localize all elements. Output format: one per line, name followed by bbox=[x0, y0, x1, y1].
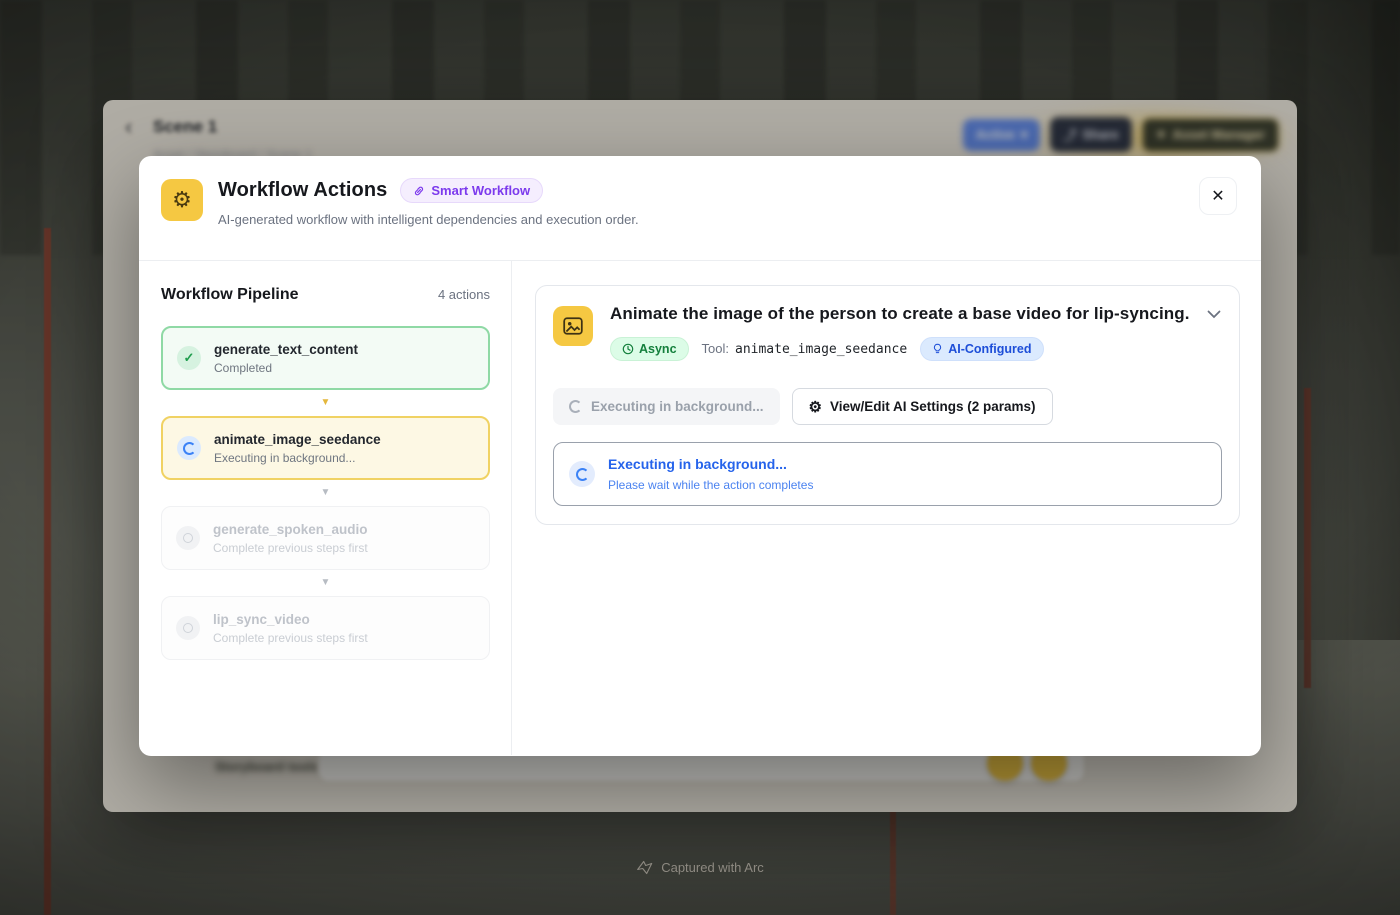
smart-workflow-badge: Smart Workflow bbox=[400, 178, 543, 203]
executing-button-label: Executing in background... bbox=[591, 399, 764, 414]
clock-icon bbox=[622, 343, 634, 355]
status-title: Executing in background... bbox=[608, 456, 813, 472]
pipeline-item-name: generate_spoken_audio bbox=[213, 522, 368, 537]
async-label: Async bbox=[639, 342, 677, 356]
view-edit-ai-settings-button[interactable]: ⚙ View/Edit AI Settings (2 params) bbox=[792, 388, 1053, 425]
async-badge: Async bbox=[610, 337, 689, 361]
detail-panel: Animate the image of the person to creat… bbox=[512, 261, 1261, 755]
pipeline-item-status: Completed bbox=[214, 361, 358, 375]
workflow-actions-modal: ⚙ Workflow Actions Smart Workflow AI-gen… bbox=[139, 156, 1261, 756]
pipeline-heading: Workflow Pipeline bbox=[161, 286, 299, 304]
executing-button[interactable]: Executing in background... bbox=[553, 388, 780, 425]
workflow-gear-icon: ⚙ bbox=[161, 179, 203, 221]
ai-configured-label: AI-Configured bbox=[948, 342, 1031, 356]
pipeline-item-name: generate_text_content bbox=[214, 342, 358, 357]
pipeline-item-name: animate_image_seedance bbox=[214, 432, 381, 447]
arrow-down-icon: ▼ bbox=[161, 488, 490, 498]
gear-icon: ⚙ bbox=[809, 398, 822, 416]
image-icon bbox=[553, 306, 593, 346]
spinner-icon bbox=[569, 400, 582, 413]
tool-label: Tool: bbox=[702, 341, 729, 356]
pipeline-item-status: Executing in background... bbox=[214, 451, 381, 465]
pending-circle-icon bbox=[176, 526, 200, 550]
pipeline-item-name: lip_sync_video bbox=[213, 612, 368, 627]
arrow-down-icon: ▼ bbox=[161, 398, 490, 408]
lightbulb-icon bbox=[932, 343, 943, 355]
tool-text: Tool: animate_image_seedance bbox=[702, 341, 908, 357]
close-button[interactable]: ✕ bbox=[1199, 177, 1237, 215]
pipeline-item-status: Complete previous steps first bbox=[213, 541, 368, 555]
link-icon bbox=[413, 185, 425, 197]
action-card: Animate the image of the person to creat… bbox=[535, 285, 1240, 525]
watermark: Captured with Arc bbox=[636, 860, 764, 875]
close-icon: ✕ bbox=[1211, 186, 1224, 206]
status-subtitle: Please wait while the action completes bbox=[608, 478, 813, 492]
action-title: Animate the image of the person to creat… bbox=[610, 304, 1190, 324]
settings-button-label: View/Edit AI Settings (2 params) bbox=[830, 399, 1036, 414]
smart-workflow-label: Smart Workflow bbox=[431, 183, 530, 198]
arrow-down-icon: ▼ bbox=[161, 578, 490, 588]
execution-status-box: Executing in background... Please wait w… bbox=[553, 442, 1222, 506]
spinner-circle-icon bbox=[177, 436, 201, 460]
pipeline-item-generate-spoken-audio[interactable]: generate_spoken_audio Complete previous … bbox=[161, 506, 490, 570]
check-circle-icon: ✓ bbox=[177, 346, 201, 370]
screen: ‹ Scene 1 Asset / Storyboard / Scene 1 A… bbox=[0, 0, 1400, 915]
ai-configured-badge: AI-Configured bbox=[920, 337, 1043, 361]
modal-title: Workflow Actions bbox=[218, 179, 387, 202]
pipeline-item-lip-sync-video[interactable]: lip_sync_video Complete previous steps f… bbox=[161, 596, 490, 660]
pipeline-item-status: Complete previous steps first bbox=[213, 631, 368, 645]
modal-subtitle: AI-generated workflow with intelligent d… bbox=[218, 212, 639, 227]
arc-logo-icon bbox=[636, 860, 653, 875]
pipeline-count: 4 actions bbox=[438, 287, 490, 302]
tool-name: animate_image_seedance bbox=[735, 342, 907, 357]
pending-circle-icon bbox=[176, 616, 200, 640]
status-spinner-icon bbox=[569, 461, 595, 487]
watermark-text: Captured with Arc bbox=[661, 860, 764, 875]
modal-header: ⚙ Workflow Actions Smart Workflow AI-gen… bbox=[139, 156, 1261, 261]
pipeline-item-animate-image-seedance[interactable]: animate_image_seedance Executing in back… bbox=[161, 416, 490, 480]
pipeline-panel: Workflow Pipeline 4 actions ✓ generate_t… bbox=[139, 261, 512, 755]
chevron-down-icon[interactable] bbox=[1207, 310, 1221, 319]
pipeline-item-generate-text-content[interactable]: ✓ generate_text_content Completed bbox=[161, 326, 490, 390]
